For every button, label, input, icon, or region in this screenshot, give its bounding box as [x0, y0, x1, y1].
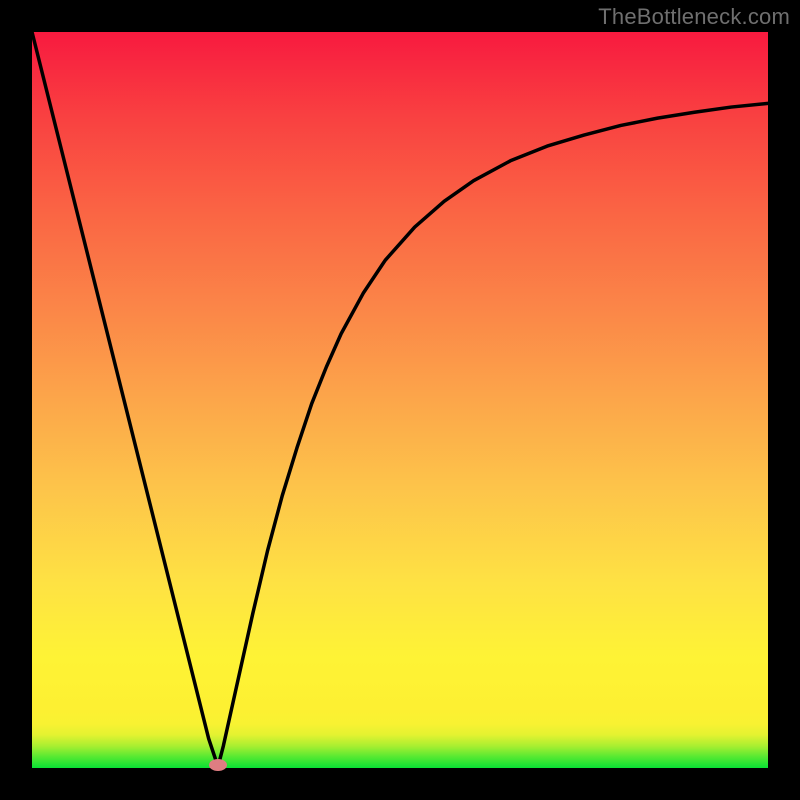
chart-frame: TheBottleneck.com [0, 0, 800, 800]
optimum-marker [209, 759, 227, 771]
watermark-text: TheBottleneck.com [598, 4, 790, 30]
plot-area [32, 32, 768, 768]
bottleneck-curve [32, 32, 768, 768]
